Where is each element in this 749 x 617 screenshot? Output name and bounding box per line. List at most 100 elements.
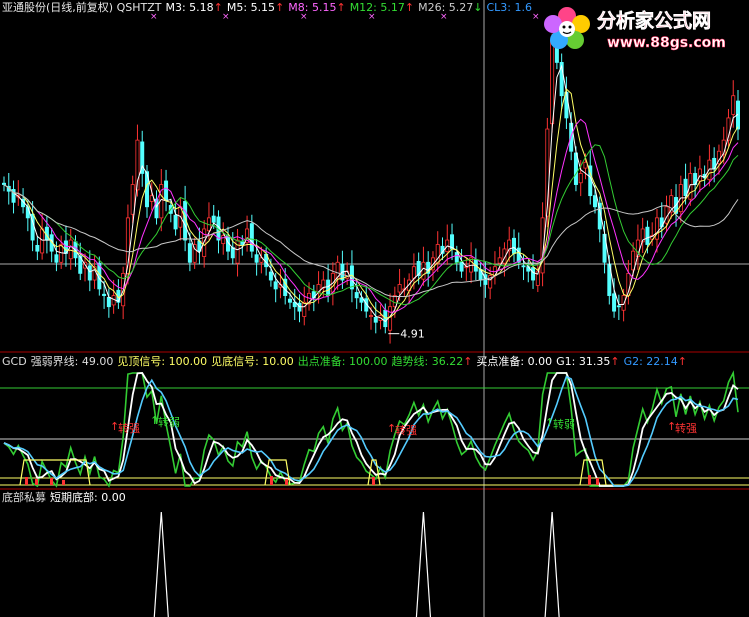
trend-arrow-icon: ↑	[275, 1, 285, 14]
buy-bar	[285, 479, 288, 485]
candle-body	[459, 261, 464, 272]
header-item: 亚通股份(日线,前复权) QSHTZT	[2, 1, 162, 14]
candle-body	[373, 316, 378, 323]
buy-bar	[270, 476, 273, 485]
header-item: 出点准备: 100.00	[297, 355, 388, 368]
signal-arrow-icon: ↑	[667, 420, 676, 433]
candle-body	[235, 239, 240, 264]
candle-body	[40, 228, 45, 254]
candle-body	[68, 239, 73, 260]
signal-arrow-icon: ↑	[110, 420, 119, 433]
buy-bar	[25, 477, 28, 485]
candle-body	[302, 301, 307, 317]
price-panel: 4.91× × × × × ×	[2, 12, 741, 344]
header-item: M8: 5.15	[288, 1, 337, 14]
price-panel-header: 亚通股份(日线,前复权) QSHTZT M3: 5.18↑ M5: 5.15↑ M8:…	[2, 1, 536, 15]
low-price-label: 4.91	[400, 328, 425, 341]
trend-arrow-icon: ↑	[213, 1, 223, 14]
candle-body	[211, 215, 216, 223]
header-item: 买点准备: 0.00	[476, 355, 553, 368]
buy-bar	[596, 478, 599, 485]
signal-arrow-icon: ↑	[150, 414, 159, 427]
bottom-panel	[153, 511, 560, 617]
signal-arrow-icon: ↑	[387, 422, 396, 435]
header-item: M5: 5.15	[226, 1, 276, 14]
header-item: M26: 5.27	[418, 1, 474, 14]
header-item: M3: 5.18	[165, 1, 214, 14]
buy-bar	[50, 478, 53, 485]
header-item: G1: 31.35	[556, 355, 611, 368]
candle-body	[173, 214, 178, 230]
header-item: 见底信号: 10.00	[211, 355, 294, 368]
header-item: 短期底部: 0.00	[50, 491, 126, 504]
signal-label: 转弱	[158, 415, 180, 429]
candle-body	[102, 293, 107, 296]
candle-body	[683, 178, 688, 197]
bottom-signal-spike	[153, 511, 169, 617]
candle-body	[421, 261, 426, 280]
candle-body	[2, 182, 7, 185]
candle-body	[254, 254, 259, 263]
chart-canvas[interactable]: 4.91× × × × × × 转强↑ 转弱↑转强↑ 转弱↑ 转强↑	[0, 0, 749, 617]
header-item: GCD	[2, 355, 27, 368]
trend-arrow-icon: ↑	[404, 1, 415, 14]
trend-arrow-icon: ↑	[677, 355, 687, 368]
candle-body	[531, 267, 536, 281]
candle-body	[397, 284, 402, 293]
header-item: 见顶信号: 100.00	[117, 355, 208, 368]
candle-body	[164, 180, 169, 201]
trend-arrow-icon: ↑	[463, 355, 473, 368]
candle-body	[106, 296, 111, 308]
candle-body	[616, 305, 621, 308]
candle-body	[130, 184, 135, 215]
signal-arrow-icon: ↑	[545, 416, 554, 429]
candle-body	[731, 95, 736, 115]
candle-body	[221, 235, 226, 245]
candle-body	[354, 292, 359, 299]
bottom-signal-spike	[544, 511, 560, 617]
candle-body	[697, 168, 702, 182]
candle-body	[230, 247, 235, 259]
header-item: 强弱界线: 49.00	[30, 355, 114, 368]
candle-body	[573, 152, 578, 185]
candle-body	[654, 217, 659, 240]
candle-body	[612, 293, 617, 312]
candle-body	[511, 237, 516, 254]
candle-body	[593, 195, 598, 208]
buy-bar	[372, 477, 375, 485]
candle-body	[521, 265, 526, 268]
header-item: CL3: 1.6	[486, 1, 533, 14]
header-item: G2: 22.14	[623, 355, 678, 368]
header-item: 底部私募	[2, 491, 46, 504]
candle-body	[326, 279, 331, 296]
bottom-signal-spike	[415, 511, 432, 617]
bottom-panel-header: 底部私募 短期底部: 0.00	[2, 491, 130, 505]
watermark-url: www.88gs.com	[607, 35, 726, 51]
candle-body	[187, 243, 192, 263]
header-item: 趋势线: 36.22	[391, 355, 464, 368]
signal-label: 转强	[118, 421, 140, 435]
signal-label: 转强	[675, 421, 697, 435]
candle-body	[287, 298, 292, 303]
watermark-logo: 分析家公式网 www.88gs.com	[537, 0, 749, 56]
candle-body	[645, 226, 650, 245]
candle-body	[273, 281, 278, 290]
candle-body	[249, 223, 254, 252]
candle-body	[268, 271, 273, 281]
candle-body	[578, 173, 583, 184]
candle-body	[54, 254, 59, 263]
watermark-title: 分析家公式网	[597, 9, 711, 32]
trend-arrow-icon: ↓	[473, 1, 483, 14]
candle-body	[35, 244, 40, 252]
chart-window: 4.91 × × × × × × 转强 ↑ 转弱 ↑ 转强 ↑ 转弱 ↑ 转强 ↑ 亚通股份(日线,前复权) …	[0, 0, 749, 617]
header-item: M12: 5.17	[349, 1, 405, 14]
buy-bar	[35, 479, 38, 485]
gcd-panel: 转强↑ 转弱↑转强↑ 转弱↑ 转强↑	[0, 370, 749, 488]
trend-arrow-icon: ↑	[610, 355, 620, 368]
buy-bar	[62, 480, 65, 485]
candle-body	[87, 265, 92, 281]
signal-label: 转弱	[553, 417, 575, 431]
buy-bar	[588, 475, 591, 485]
flower-icon	[544, 7, 590, 49]
trend-arrow-icon: ↑	[336, 1, 346, 14]
